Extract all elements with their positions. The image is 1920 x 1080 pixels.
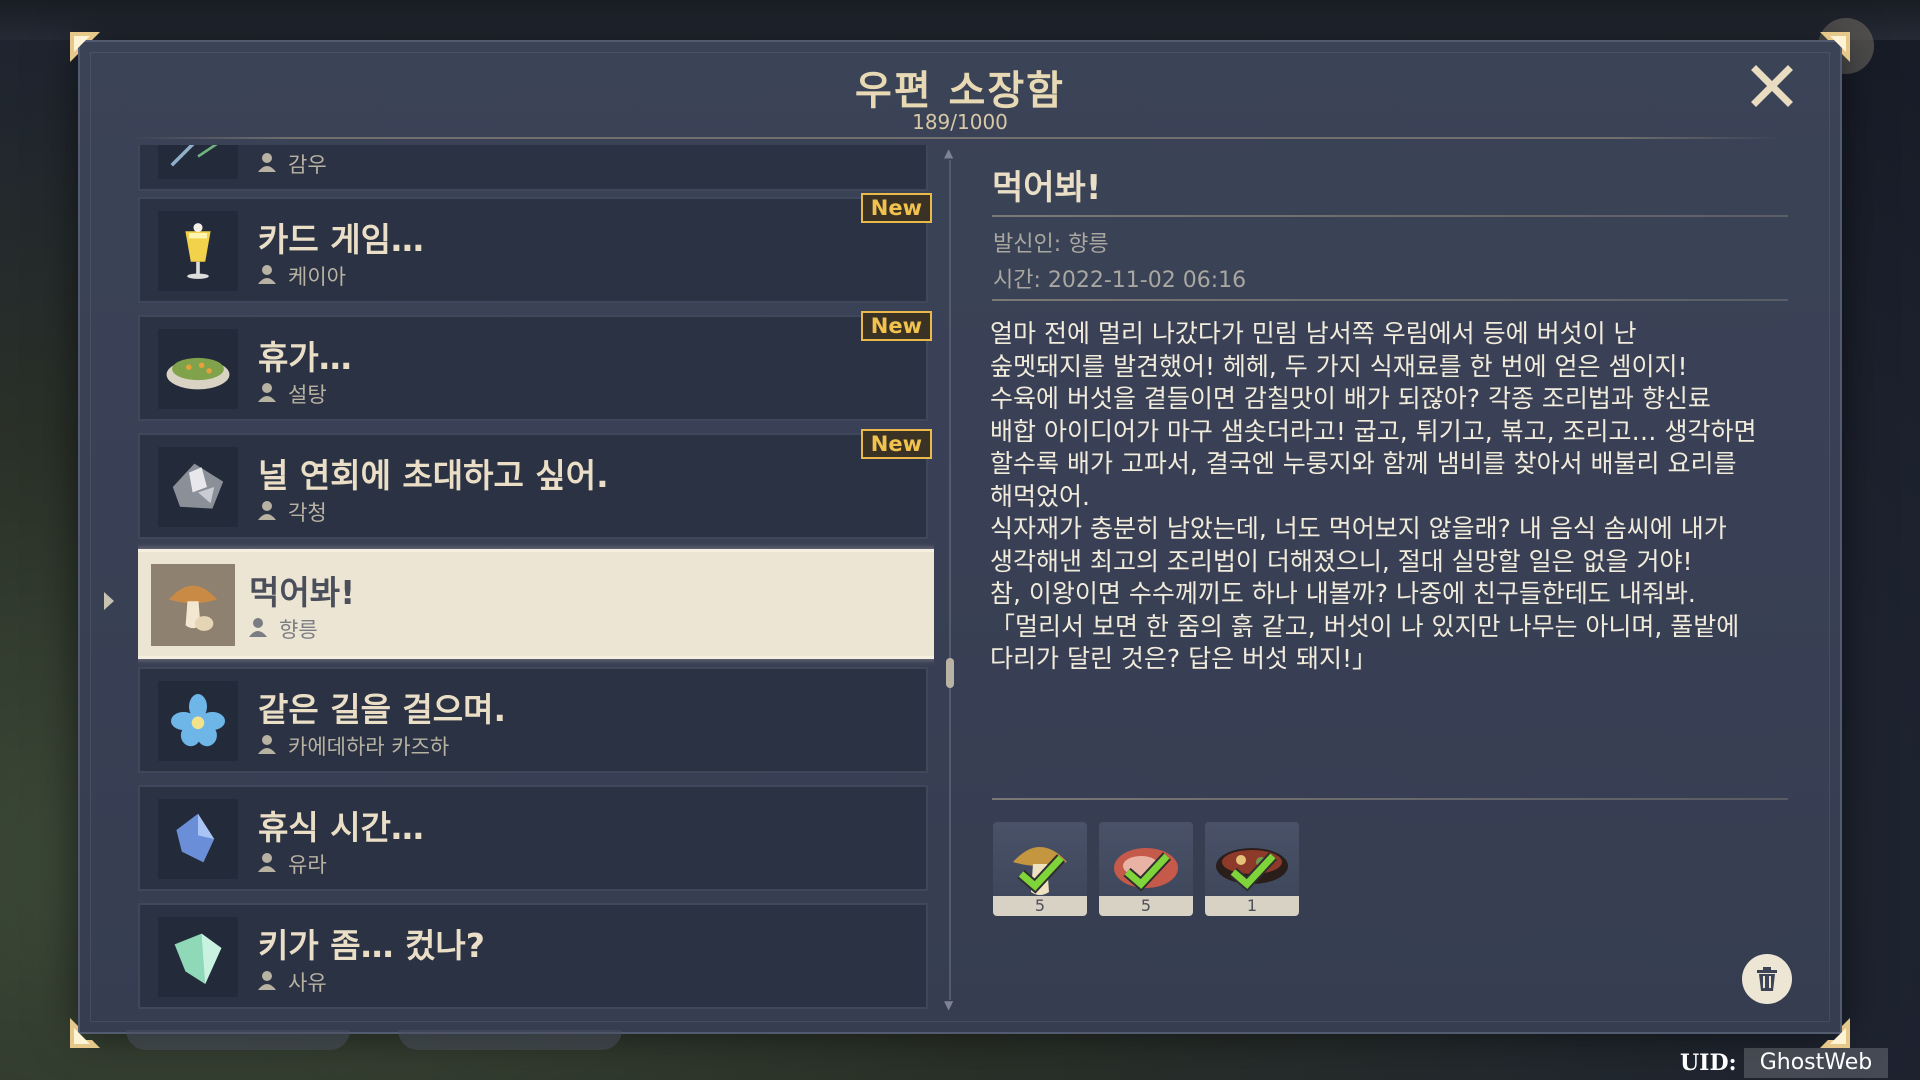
person-icon bbox=[258, 501, 276, 520]
header-divider bbox=[130, 137, 1780, 139]
mail-list-item[interactable]: 키가 좀… 컸나? 사유 bbox=[138, 903, 928, 1009]
mail-list[interactable]: 감우 카드 게임… 케이아 New 휴가… 설탕 New 널 연회에 초대하고 … bbox=[138, 145, 934, 1013]
new-badge: New bbox=[860, 193, 932, 223]
mail-sender: 카에데하라 카즈하 bbox=[288, 735, 450, 759]
uid-label: UID: bbox=[1680, 1050, 1737, 1076]
attachment-qty: 5 bbox=[993, 896, 1087, 916]
mail-subject: 휴가… bbox=[258, 338, 352, 377]
scroll-down-icon[interactable]: ▼ bbox=[944, 998, 953, 1012]
detail-meta-divider bbox=[992, 299, 1788, 301]
crystal-icon bbox=[158, 799, 238, 879]
mail-detail-body: 얼마 전에 멀리 나갔다가 민림 남서쪽 우림에서 등에 버섯이 난 숲멧돼지를… bbox=[990, 319, 1757, 673]
detail-body-divider bbox=[992, 798, 1788, 800]
mail-sender: 유라 bbox=[288, 853, 327, 877]
mail-sender: 설탕 bbox=[288, 383, 327, 407]
attachment-qty: 5 bbox=[1099, 896, 1193, 916]
mail-list-item[interactable]: 널 연회에 초대하고 싶어. 각청 New bbox=[138, 429, 932, 539]
selection-arrow-icon bbox=[104, 592, 114, 610]
attachment-item[interactable]: 1 bbox=[1205, 822, 1299, 916]
person-icon bbox=[258, 735, 276, 754]
mail-count: 189/1000 bbox=[912, 110, 1008, 134]
food-dish-icon bbox=[158, 329, 238, 409]
mail-list-item[interactable]: 휴식 시간… 유라 bbox=[138, 785, 928, 891]
mail-list-item[interactable]: 휴가… 설탕 New bbox=[138, 311, 932, 421]
mail-sender: 향릉 bbox=[279, 618, 318, 642]
background-tab bbox=[126, 1030, 350, 1050]
new-badge: New bbox=[860, 311, 932, 341]
close-button[interactable] bbox=[1750, 64, 1794, 108]
person-icon bbox=[258, 971, 276, 990]
mail-list-item[interactable]: 감우 bbox=[138, 145, 928, 191]
scrollbar-track[interactable] bbox=[949, 160, 951, 1000]
close-icon bbox=[1751, 65, 1793, 107]
mail-subject: 휴식 시간… bbox=[258, 808, 424, 847]
mail-sender: 감우 bbox=[288, 153, 327, 177]
person-icon bbox=[258, 265, 276, 284]
mail-detail-time: 시간: 2022-11-02 06:16 bbox=[993, 268, 1247, 293]
attachment-item[interactable]: 5 bbox=[993, 822, 1087, 916]
corner-ornament-bottom-left bbox=[68, 1016, 102, 1050]
mail-list-item[interactable]: 카드 게임… 케이아 New bbox=[138, 193, 932, 303]
mail-detail-title: 먹어봐! bbox=[992, 168, 1102, 208]
background-top-bar bbox=[0, 0, 1920, 40]
person-icon bbox=[249, 618, 267, 637]
scroll-up-icon[interactable]: ▲ bbox=[944, 146, 953, 160]
corner-ornament-bottom-right bbox=[1818, 1016, 1852, 1050]
new-badge: New bbox=[860, 429, 932, 459]
mail-subject: 널 연회에 초대하고 싶어. bbox=[258, 456, 609, 495]
background-tab bbox=[398, 1030, 622, 1050]
mail-subject: 카드 게임… bbox=[258, 220, 424, 259]
mail-list-item-selected[interactable]: 먹어봐! 향릉 bbox=[138, 549, 934, 659]
mushroom-icon bbox=[151, 564, 235, 646]
mail-detail-sender: 발신인: 향릉 bbox=[993, 232, 1109, 257]
drink-icon bbox=[158, 211, 238, 291]
detail-title-divider bbox=[992, 215, 1788, 217]
delete-button[interactable] bbox=[1742, 954, 1792, 1004]
mail-list-item[interactable]: 같은 길을 걸으며. 카에데하라 카즈하 bbox=[138, 667, 928, 773]
mail-subject: 같은 길을 걸으며. bbox=[258, 690, 507, 729]
mail-subject: 먹어봐! bbox=[249, 573, 356, 612]
person-icon bbox=[258, 383, 276, 402]
flower-icon bbox=[158, 681, 238, 761]
sword-icon bbox=[158, 145, 238, 179]
mail-sender: 케이아 bbox=[288, 265, 346, 289]
trash-icon bbox=[1757, 967, 1777, 991]
attachment-qty: 1 bbox=[1205, 896, 1299, 916]
leaf-crystal-icon bbox=[158, 917, 238, 997]
person-icon bbox=[258, 853, 276, 872]
person-icon bbox=[258, 153, 276, 172]
mail-sender: 각청 bbox=[288, 501, 327, 525]
panel-title: 우편 소장함 bbox=[855, 68, 1065, 114]
scrollbar-thumb[interactable] bbox=[946, 658, 954, 688]
rock-ore-icon bbox=[158, 447, 238, 527]
mail-sender: 사유 bbox=[288, 971, 327, 995]
attachment-item[interactable]: 5 bbox=[1099, 822, 1193, 916]
uid-value: GhostWeb bbox=[1744, 1048, 1888, 1078]
mail-subject: 키가 좀… 컸나? bbox=[258, 926, 485, 965]
